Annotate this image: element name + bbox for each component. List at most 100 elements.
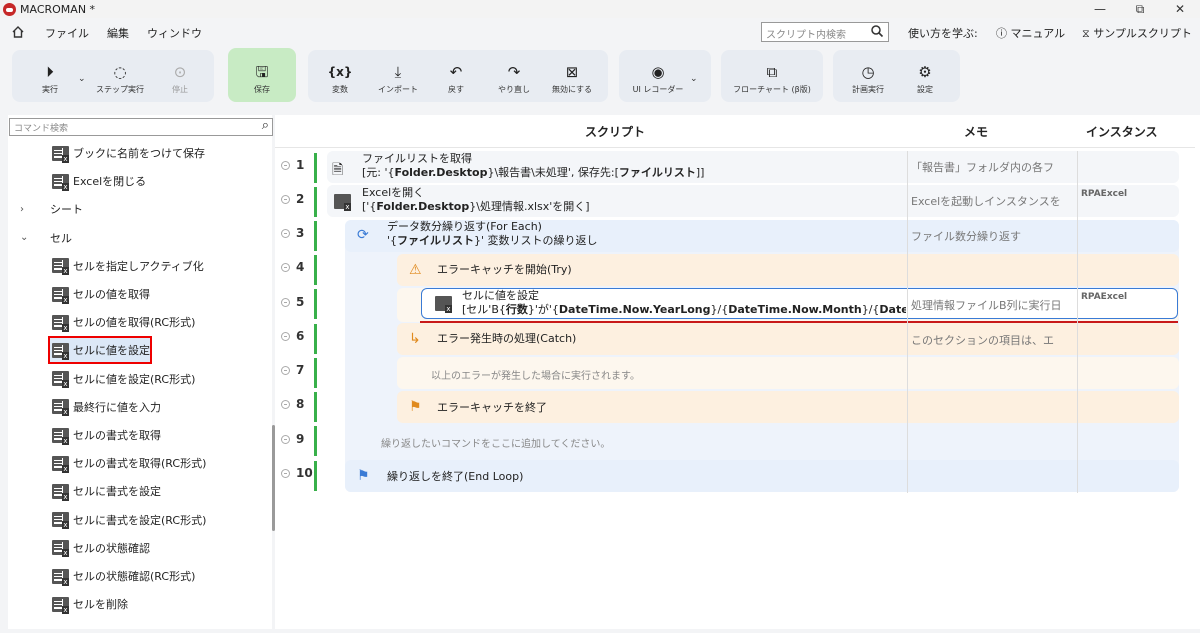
minimize-button[interactable]: —	[1080, 0, 1120, 18]
row-6-title: エラー発生時の処理(Catch)	[437, 332, 577, 345]
restore-button[interactable]: ⧉	[1120, 0, 1160, 18]
row-marker	[314, 324, 317, 354]
home-icon[interactable]	[11, 25, 27, 41]
menu-file[interactable]: ファイル	[45, 25, 89, 41]
manual-link[interactable]: ⓘ マニュアル	[996, 25, 1065, 41]
add-row-icon[interactable]	[281, 399, 290, 409]
add-row-icon[interactable]	[281, 365, 290, 375]
schedule-button[interactable]: ◷ 計画実行	[846, 62, 890, 95]
add-row-icon[interactable]	[281, 262, 290, 272]
excel-icon	[52, 342, 69, 360]
search-icon[interactable]	[870, 24, 884, 41]
excel-icon	[52, 568, 69, 586]
add-row-icon[interactable]	[281, 228, 290, 238]
sidebar-item[interactable]: セルの書式を取得(RC形式)	[52, 451, 206, 475]
sample-scripts-link[interactable]: ⧖ サンプルスクリプト	[1082, 25, 1192, 41]
stop-button[interactable]: ⊙ 停止	[158, 62, 202, 95]
excel-icon	[52, 483, 69, 501]
redo-icon: ↷	[507, 63, 521, 81]
menu-window[interactable]: ウィンドウ	[147, 25, 202, 41]
add-row-icon[interactable]	[281, 331, 290, 341]
sidebar-item[interactable]: セルの状態確認(RC形式)	[52, 564, 195, 588]
sidebar-category[interactable]: ⌄ セル	[20, 226, 72, 250]
add-row-icon[interactable]	[281, 160, 290, 170]
undo-button[interactable]: ↶ 戻す	[434, 62, 478, 95]
sidebar-item[interactable]: ブックに名前をつけて保存	[52, 141, 205, 165]
manual-label: マニュアル	[1010, 27, 1066, 40]
row-number[interactable]: 7	[281, 363, 304, 377]
row-3-memo[interactable]: ファイル数分繰り返す	[911, 228, 1071, 244]
close-button[interactable]: ✕	[1160, 0, 1200, 18]
variable-icon: {x}	[327, 65, 353, 79]
import-button[interactable]: ⤓ インポート	[376, 62, 420, 95]
search-icon[interactable]: ⌕	[262, 118, 269, 133]
row-number[interactable]: 4	[281, 260, 304, 274]
flowchart-button[interactable]: ⧉ フローチャート (β版)	[728, 62, 816, 95]
row-number[interactable]: 10	[281, 466, 313, 480]
run-dropdown-chevron-icon[interactable]: ⌄	[78, 74, 86, 84]
flowchart-icon: ⧉	[766, 63, 778, 81]
sidebar-item[interactable]: セルに値を設定	[48, 336, 152, 365]
add-row-icon[interactable]	[281, 297, 290, 307]
row-2-detail: ['{Folder.Desktop}\処理情報.xlsx'を開く]	[362, 200, 590, 213]
run-button[interactable]: ⏵ 実行	[28, 62, 72, 95]
sidebar-item-label: 最終行に値を入力	[73, 400, 161, 414]
sidebar-item[interactable]: セルを指定しアクティブ化	[52, 254, 204, 278]
row-1-memo[interactable]: 「報告書」フォルダ内の各フ	[911, 159, 1071, 175]
sidebar-item[interactable]: 最終行に値を入力	[52, 395, 161, 419]
excel-icon	[52, 427, 69, 445]
excel-icon	[52, 371, 69, 389]
disable-button[interactable]: ⊠ 無効にする	[548, 62, 596, 95]
undo-icon: ↶	[449, 63, 463, 81]
menu-edit[interactable]: 編集	[107, 25, 129, 41]
row-number[interactable]: 2	[281, 192, 304, 206]
row-number[interactable]: 9	[281, 432, 304, 446]
settings-label: 設定	[917, 85, 933, 94]
sidebar-item[interactable]: セルに書式を設定	[52, 479, 161, 503]
settings-button[interactable]: ⚙ 設定	[903, 62, 947, 95]
row-number[interactable]: 8	[281, 397, 304, 411]
sidebar-item-label: セルの書式を取得(RC形式)	[73, 457, 207, 471]
save-button[interactable]: 🖫 保存	[240, 62, 284, 95]
sidebar-item-label: セルの状態確認(RC形式)	[73, 570, 196, 583]
sidebar-item[interactable]: セルに書式を設定(RC形式)	[52, 508, 206, 532]
import-icon: ⤓	[394, 63, 402, 81]
row-number[interactable]: 3	[281, 226, 304, 240]
ui-recorder-button[interactable]: ◉ UI レコーダー	[628, 62, 688, 95]
column-header-script: スクリプト	[585, 125, 646, 139]
row-5-content: セルに値を設定 [セル'B{行数}'が'{DateTime.Now.YearLo…	[462, 289, 906, 317]
row-6-memo[interactable]: このセクションの項目は、エ	[911, 332, 1071, 348]
row-2-content: Excelを開く ['{Folder.Desktop}\処理情報.xlsx'を開…	[362, 186, 590, 214]
sidebar-item[interactable]: セルの状態確認	[52, 536, 150, 560]
command-search-input[interactable]: コマンド検索 ⌕	[9, 118, 273, 136]
script-search-input[interactable]: スクリプト内検索	[761, 22, 889, 42]
row-number-label: 8	[296, 397, 305, 411]
samples-label: サンプルスクリプト	[1093, 27, 1192, 40]
sidebar-item[interactable]: セルの値を取得(RC形式)	[52, 310, 195, 334]
step-run-button[interactable]: ◌ ステップ実行	[96, 62, 144, 95]
sidebar-item[interactable]: セルに値を設定(RC形式)	[52, 367, 195, 391]
sidebar-category[interactable]: › シート	[20, 197, 83, 221]
variables-button[interactable]: {x} 変数	[318, 62, 362, 95]
app-title: MACROMAN *	[20, 2, 96, 16]
sidebar-item[interactable]: Excelを閉じる	[52, 169, 146, 193]
row-2-memo[interactable]: Excelを起動しインスタンスを	[911, 193, 1071, 209]
row-number[interactable]: 5	[281, 295, 304, 309]
recorder-dropdown-chevron-icon[interactable]: ⌄	[690, 74, 698, 84]
row-5-memo[interactable]: 処理情報ファイルB列に実行日	[911, 297, 1071, 313]
sidebar-item[interactable]: セルを削除	[52, 592, 128, 616]
excel-icon	[52, 399, 69, 417]
add-row-icon[interactable]	[281, 434, 290, 444]
add-row-icon[interactable]	[281, 468, 290, 478]
chevron-down-icon[interactable]: ⌄	[20, 232, 50, 243]
add-row-icon[interactable]	[281, 194, 290, 204]
document-icon: 🗎	[332, 162, 344, 178]
chevron-right-icon[interactable]: ›	[20, 204, 50, 215]
step-play-icon: ◌	[113, 63, 127, 81]
sidebar-item[interactable]: セルの書式を取得	[52, 423, 161, 447]
row-number[interactable]: 1	[281, 158, 304, 172]
redo-button[interactable]: ↷ やり直し	[492, 62, 536, 95]
row-number[interactable]: 6	[281, 329, 304, 343]
sidebar-item[interactable]: セルの値を取得	[52, 282, 150, 306]
save-label: 保存	[254, 85, 270, 94]
